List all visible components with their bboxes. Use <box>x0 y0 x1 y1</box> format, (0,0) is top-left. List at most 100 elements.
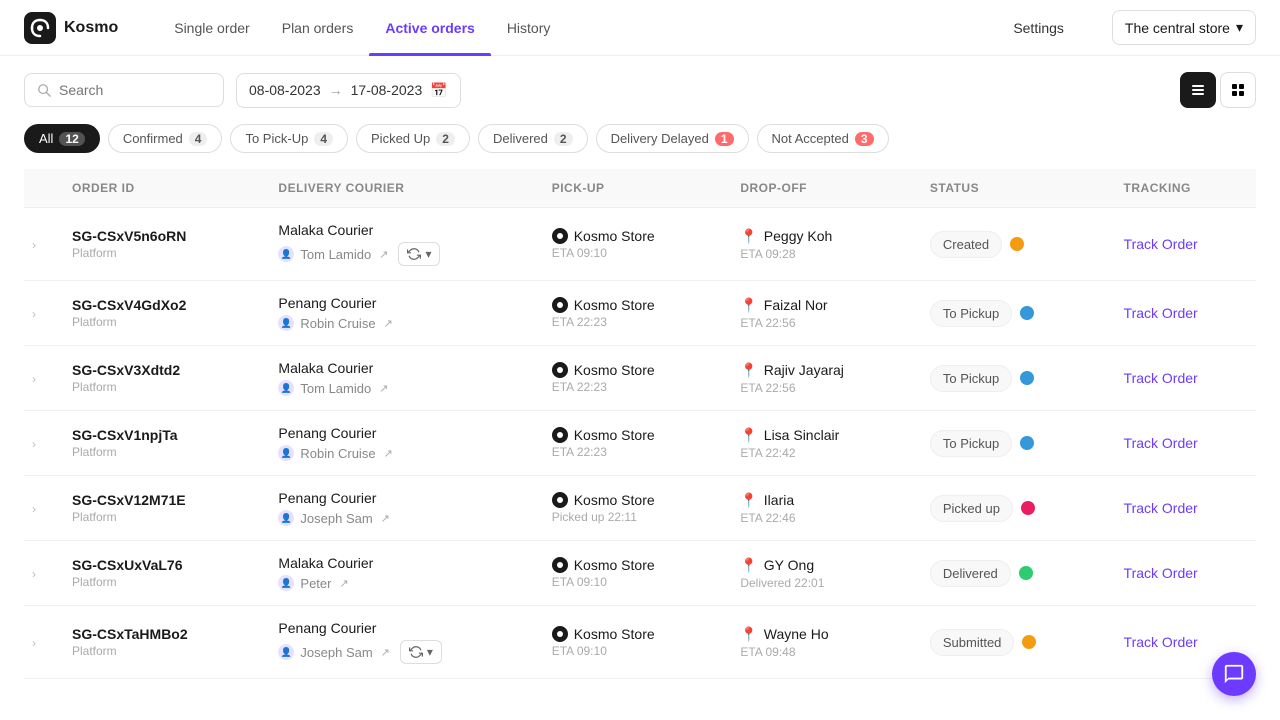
expand-chevron[interactable]: › <box>32 238 36 252</box>
filter-delayed-count: 1 <box>715 132 734 146</box>
external-link-icon[interactable]: ↗ <box>379 248 388 261</box>
pickup-dot-icon <box>552 626 568 642</box>
expand-cell: › <box>24 281 56 346</box>
th-courier: DELIVERY COURIER <box>262 169 535 208</box>
courier-person-name: Robin Cruise <box>300 446 375 461</box>
pickup-eta: ETA 22:23 <box>552 445 709 459</box>
search-icon <box>37 82 51 98</box>
pickup-name: Kosmo Store <box>574 626 655 642</box>
external-link-icon[interactable]: ↗ <box>339 577 348 590</box>
external-link-icon[interactable]: ↗ <box>379 382 388 395</box>
logo[interactable]: Kosmo <box>24 12 118 44</box>
courier-person-name: Joseph Sam <box>300 645 372 660</box>
order-id-cell: SG-CSxV3Xdtd2 Platform <box>56 346 262 411</box>
track-order-link[interactable]: Track Order <box>1124 500 1198 516</box>
nav-active-orders[interactable]: Active orders <box>369 0 490 56</box>
filter-delayed-label: Delivery Delayed <box>611 131 709 146</box>
pickup-name: Kosmo Store <box>574 492 655 508</box>
view-toggle <box>1180 72 1256 108</box>
dropoff-location: 📍 Peggy Koh <box>740 228 898 245</box>
order-id-cell: SG-CSxV5n6oRN Platform <box>56 208 262 281</box>
toolbar: 08-08-2023 → 17-08-2023 📅 <box>0 56 1280 124</box>
orders-table: ORDER ID DELIVERY COURIER PICK-UP DROP-O… <box>24 169 1256 679</box>
filter-delayed[interactable]: Delivery Delayed 1 <box>596 124 749 153</box>
courier-avatar: 👤 <box>278 644 294 660</box>
order-type: Platform <box>72 315 246 329</box>
nav-plan-orders[interactable]: Plan orders <box>266 0 370 56</box>
filter-pickedup[interactable]: Picked Up 2 <box>356 124 470 153</box>
sync-button[interactable]: ▾ <box>398 242 440 266</box>
track-order-link[interactable]: Track Order <box>1124 370 1198 386</box>
pickup-name: Kosmo Store <box>574 228 655 244</box>
filter-confirmed[interactable]: Confirmed 4 <box>108 124 223 153</box>
status-cell: Delivered <box>914 541 1108 606</box>
external-link-icon[interactable]: ↗ <box>381 646 390 659</box>
nav-single-order[interactable]: Single order <box>158 0 266 56</box>
dropoff-eta: ETA 22:46 <box>740 511 898 525</box>
expand-chevron[interactable]: › <box>32 372 36 386</box>
sync-button[interactable]: ▾ <box>400 640 442 664</box>
track-order-link[interactable]: Track Order <box>1124 435 1198 451</box>
expand-chevron[interactable]: › <box>32 502 36 516</box>
date-range-picker[interactable]: 08-08-2023 → 17-08-2023 📅 <box>236 73 461 108</box>
tracking-cell: Track Order <box>1108 281 1256 346</box>
expand-chevron[interactable]: › <box>32 437 36 451</box>
table-row: › SG-CSxV3Xdtd2 Platform Malaka Courier … <box>24 346 1256 411</box>
filter-delivered[interactable]: Delivered 2 <box>478 124 588 153</box>
pickup-eta: Picked up 22:11 <box>552 510 709 524</box>
grid-view-button[interactable] <box>1220 72 1256 108</box>
expand-chevron[interactable]: › <box>32 636 36 650</box>
settings-button[interactable]: Settings <box>997 12 1080 44</box>
nav-history[interactable]: History <box>491 0 567 56</box>
track-order-link[interactable]: Track Order <box>1124 565 1198 581</box>
dropoff-cell: 📍 Wayne Ho ETA 09:48 <box>724 606 914 679</box>
filter-all-label: All <box>39 131 53 146</box>
expand-cell: › <box>24 476 56 541</box>
list-view-button[interactable] <box>1180 72 1216 108</box>
courier-avatar: 👤 <box>278 380 294 396</box>
status-cell: To Pickup <box>914 281 1108 346</box>
pickup-cell: Kosmo Store ETA 09:10 <box>536 208 725 281</box>
pickup-location: Kosmo Store <box>552 492 709 508</box>
expand-chevron[interactable]: › <box>32 567 36 581</box>
filter-delivered-label: Delivered <box>493 131 548 146</box>
sync-icon <box>409 645 423 659</box>
logo-text: Kosmo <box>64 19 118 37</box>
status-badge: To Pickup <box>930 430 1012 457</box>
courier-avatar: 👤 <box>278 246 294 262</box>
pickup-dot-icon <box>552 557 568 573</box>
filter-all[interactable]: All 12 <box>24 124 100 153</box>
pickup-eta: ETA 22:23 <box>552 315 709 329</box>
search-input[interactable] <box>59 82 211 98</box>
dropoff-location: 📍 GY Ong <box>740 557 898 574</box>
order-id: SG-CSxUxVaL76 <box>72 557 246 573</box>
search-box[interactable] <box>24 73 224 107</box>
pickup-location: Kosmo Store <box>552 427 709 443</box>
dropoff-cell: 📍 GY Ong Delivered 22:01 <box>724 541 914 606</box>
track-order-link[interactable]: Track Order <box>1124 305 1198 321</box>
dropoff-eta: ETA 09:48 <box>740 645 898 659</box>
dropoff-pin-icon: 📍 <box>740 362 757 379</box>
external-link-icon[interactable]: ↗ <box>384 317 393 330</box>
store-selector[interactable]: The central store ▾ <box>1112 10 1256 45</box>
filter-confirmed-label: Confirmed <box>123 131 183 146</box>
th-dropoff: DROP-OFF <box>724 169 914 208</box>
external-link-icon[interactable]: ↗ <box>384 447 393 460</box>
courier-name: Penang Courier <box>278 620 519 636</box>
order-id: SG-CSxV1npjTa <box>72 427 246 443</box>
courier-name: Malaka Courier <box>278 360 519 376</box>
filter-notaccepted[interactable]: Not Accepted 3 <box>757 124 889 153</box>
track-order-link[interactable]: Track Order <box>1124 634 1198 650</box>
track-order-link[interactable]: Track Order <box>1124 236 1198 252</box>
filter-confirmed-count: 4 <box>189 132 208 146</box>
expand-cell: › <box>24 208 56 281</box>
filter-topickup[interactable]: To Pick-Up 4 <box>230 124 348 153</box>
th-expand <box>24 169 56 208</box>
courier-person: 👤 Peter ↗ <box>278 575 519 591</box>
order-type: Platform <box>72 575 246 589</box>
expand-chevron[interactable]: › <box>32 307 36 321</box>
courier-name: Malaka Courier <box>278 555 519 571</box>
chat-bubble[interactable] <box>1212 652 1256 696</box>
courier-name: Malaka Courier <box>278 222 519 238</box>
external-link-icon[interactable]: ↗ <box>381 512 390 525</box>
